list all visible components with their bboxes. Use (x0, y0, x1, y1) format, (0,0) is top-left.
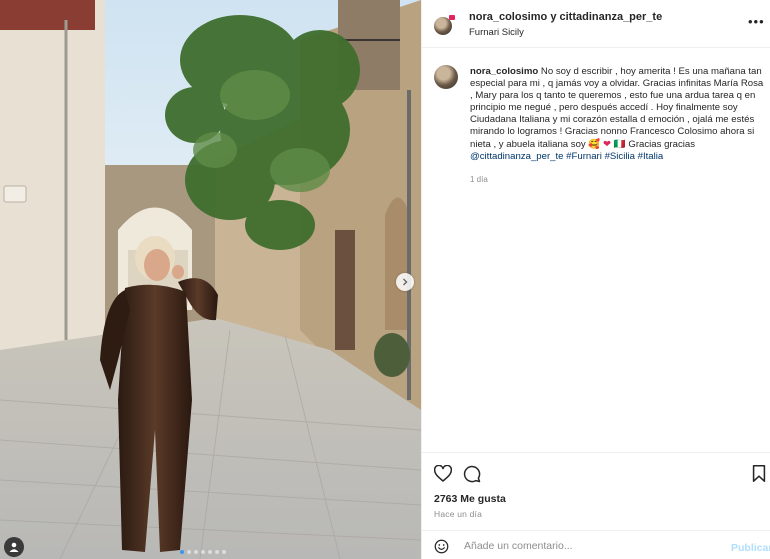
heart-emoji: ❤ (603, 138, 612, 150)
post-authors: nora_colosimo y cittadinanza_per_te (469, 11, 662, 23)
chevron-right-icon (403, 278, 408, 286)
post-side-panel: nora_colosimo y cittadinanza_per_te Furn… (421, 0, 770, 559)
post-timestamp: Hace un día (434, 509, 483, 519)
comment-input[interactable] (464, 537, 714, 555)
like-heart-icon[interactable] (433, 464, 453, 487)
author-link[interactable]: nora_colosimo (469, 11, 547, 23)
carousel-dot (201, 550, 205, 554)
publish-button[interactable]: Publicar (731, 542, 770, 554)
story-badge (449, 15, 455, 20)
tagged-users-button[interactable] (4, 537, 24, 557)
caption-username[interactable]: nora_colosimo (470, 66, 538, 77)
authors-separator: y (550, 11, 557, 23)
next-photo-button[interactable] (396, 273, 414, 291)
carousel-dot (215, 550, 219, 554)
street-photo-illustration (0, 0, 421, 559)
comment-bubble-icon[interactable] (463, 465, 481, 488)
hashtag-link[interactable]: #Italia (638, 151, 664, 162)
caption-thanks: Gracias gracias (628, 138, 696, 150)
like-count[interactable]: 2763 Me gusta (434, 493, 506, 505)
smiling-hearts-emoji: 🥰 (588, 138, 601, 150)
carousel-dot (222, 550, 226, 554)
coauthor-link[interactable]: cittadinanza_per_te (560, 11, 663, 23)
mention-link[interactable]: @cittadinanza_per_te (470, 151, 563, 162)
post-actions (422, 452, 770, 492)
carousel-dot (194, 550, 198, 554)
emoji-picker-icon[interactable] (434, 539, 449, 559)
hashtag-link[interactable]: #Furnari (566, 151, 602, 162)
hashtag-link[interactable]: #Sicilia (605, 151, 635, 162)
caption-age: 1 día (470, 175, 488, 184)
user-icon (9, 542, 19, 552)
italy-flag-emoji: 🇮🇹 (613, 138, 626, 150)
bookmark-icon[interactable] (752, 465, 766, 487)
carousel-dot (208, 550, 212, 554)
carousel-indicator (180, 550, 226, 554)
post-caption: nora_colosimo No soy d escribir , hoy am… (470, 66, 768, 163)
carousel-dot (187, 550, 191, 554)
post-photo[interactable] (0, 0, 421, 559)
post-header: nora_colosimo y cittadinanza_per_te Furn… (422, 0, 770, 48)
caption-text: No soy d escribir , hoy amerita ! Es una… (470, 66, 764, 150)
ellipsis-icon[interactable]: ••• (748, 14, 765, 29)
comment-bar: Publicar (422, 530, 770, 559)
caption-author-avatar[interactable] (434, 65, 458, 89)
carousel-dot (180, 550, 184, 554)
location-link[interactable]: Furnari Sicily (469, 27, 524, 38)
